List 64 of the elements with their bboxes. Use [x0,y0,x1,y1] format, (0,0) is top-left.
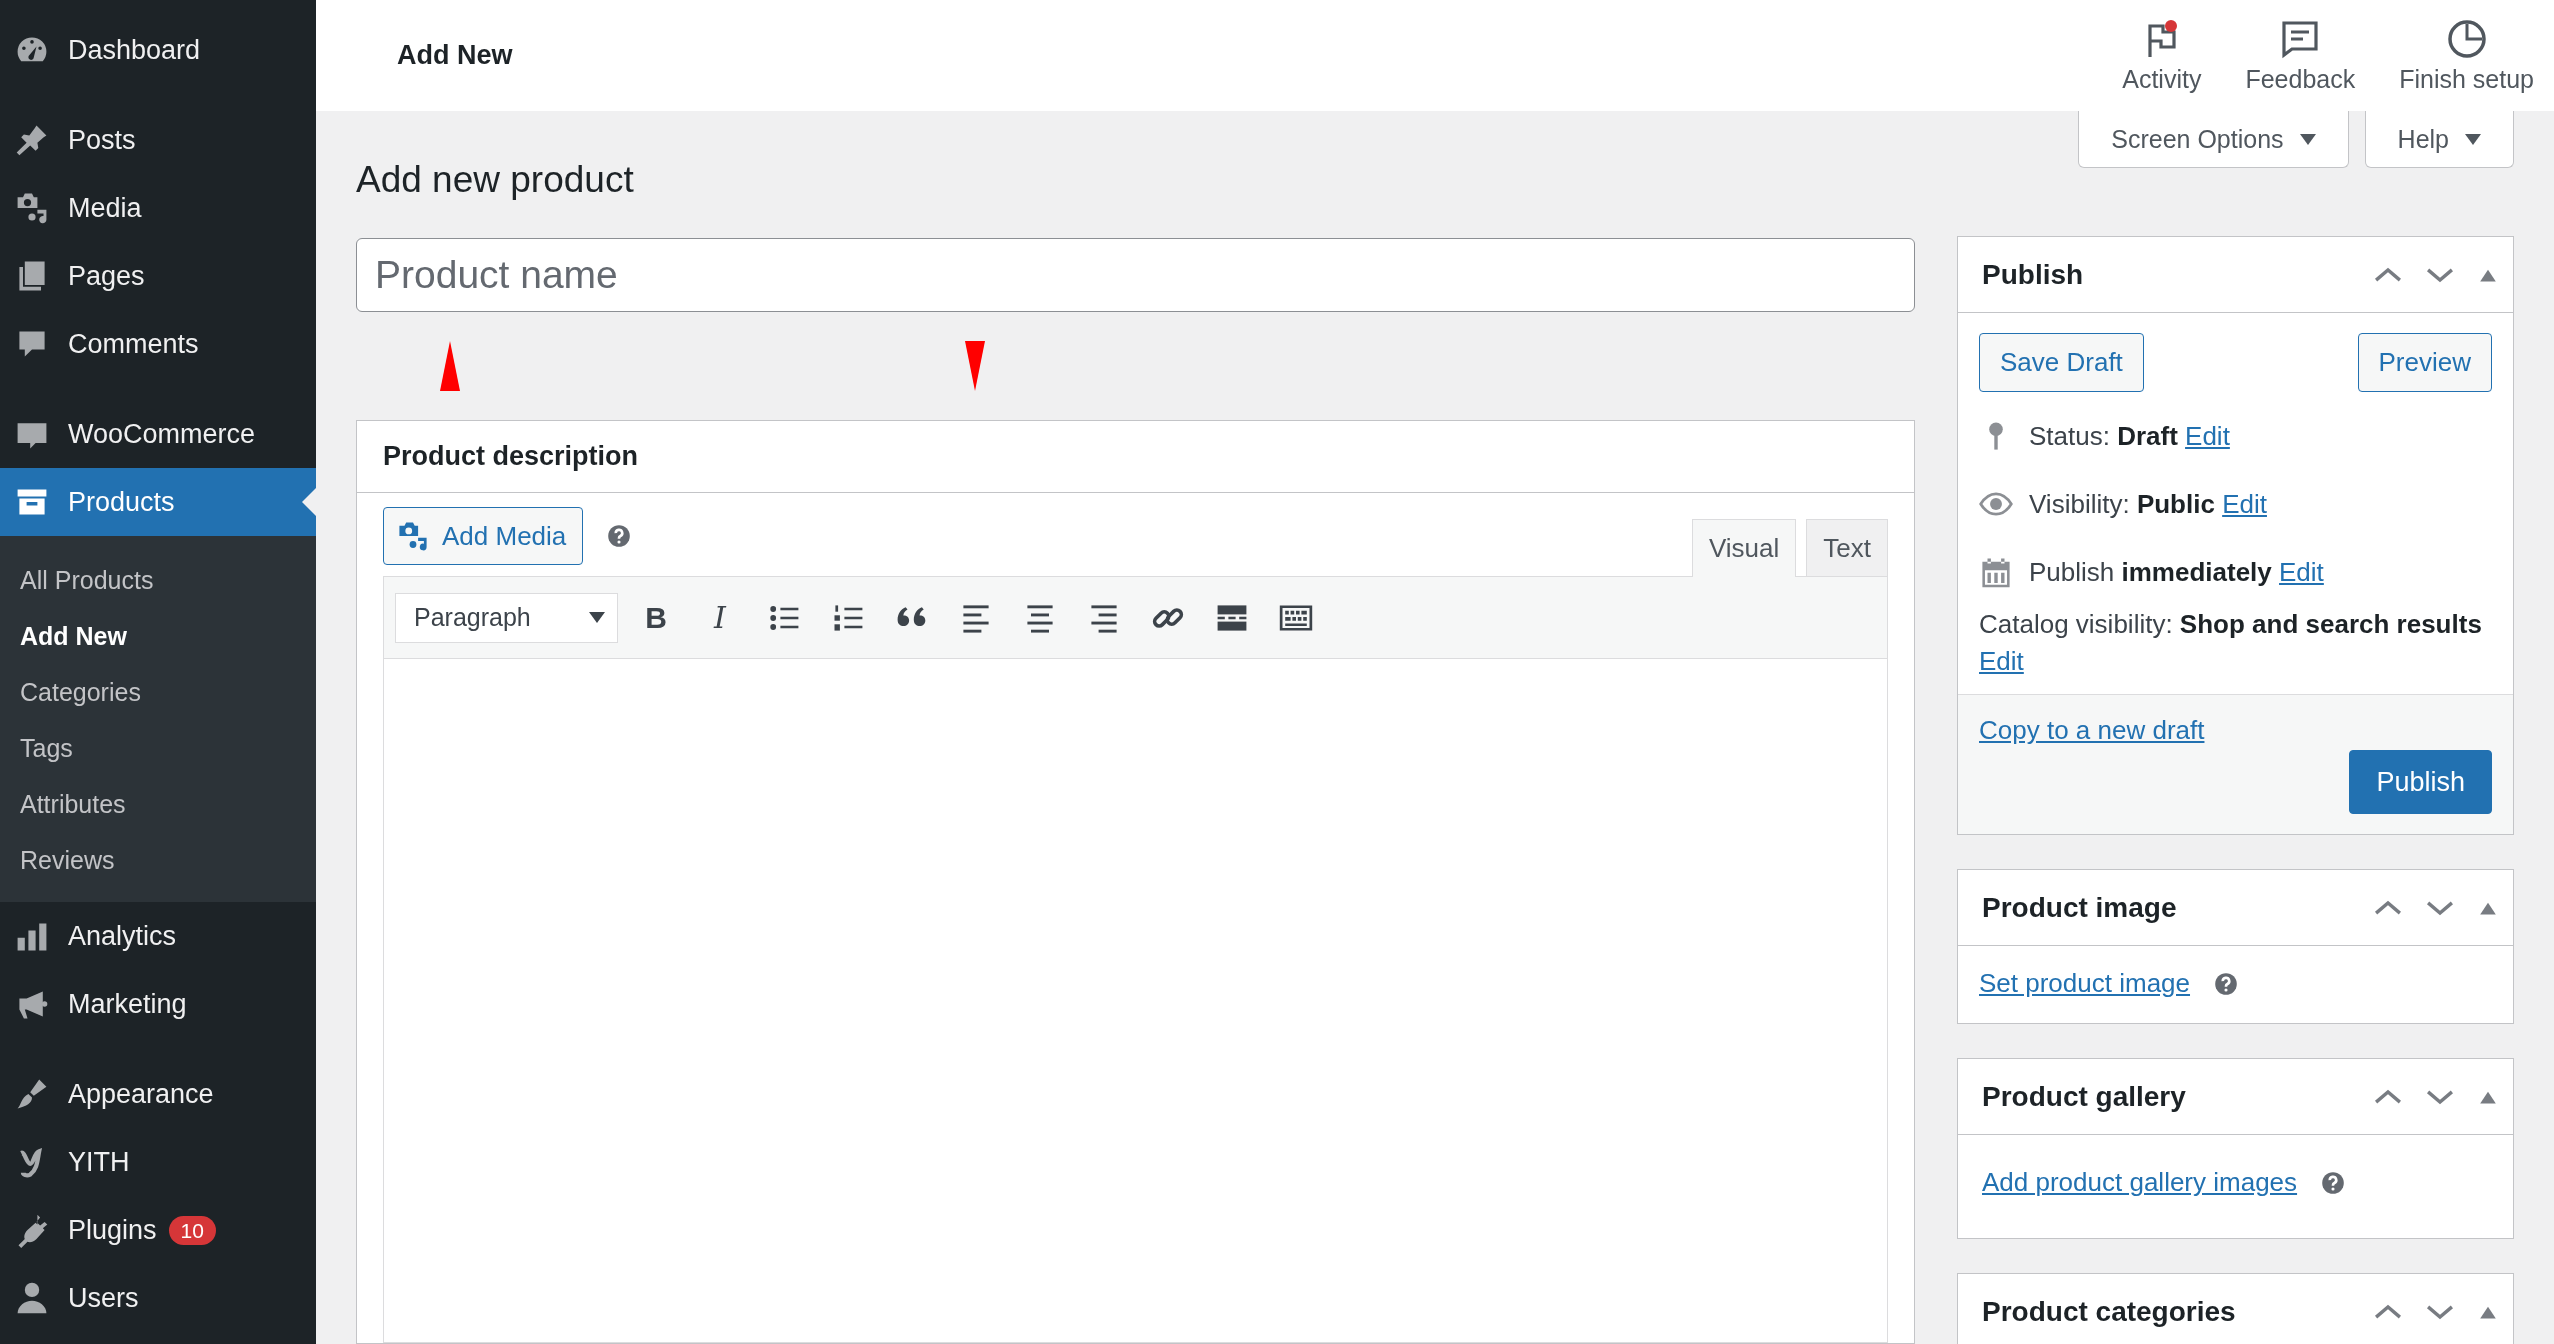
status-text: Publish immediately Edit [2029,555,2324,589]
sidebar-item[interactable]: Plugins 10 [0,1196,316,1264]
calendar-icon [1979,555,2013,589]
caret-icon [2299,133,2316,145]
set-image-link[interactable]: Add product gallery images [1982,1167,2298,1198]
status-text: Catalog visibility: Shop and search results Edit [1979,608,2483,678]
page-title: Add New [397,40,513,71]
panel-title: Product image [1982,891,2177,924]
sidebar-item[interactable]: Analytics [0,902,316,970]
tab-button[interactable]: Screen Options [2078,111,2349,168]
set-image-link[interactable]: Set product image [1979,968,2190,999]
status-text: Visibility: Public Edit [2029,487,2267,521]
secondary-button[interactable]: Save Draft [1979,333,2144,392]
sidebar-item[interactable]: Comments [0,310,316,378]
edit-link[interactable]: Edit [2279,556,2324,587]
input-field[interactable]: Product name [356,238,1915,312]
caret-icon [589,612,605,623]
triangle-marker-icon [965,341,985,391]
editor-tab[interactable]: Visual [1691,519,1797,577]
format-dropdown[interactable]: Paragraph [395,592,618,643]
sidebar-item[interactable]: Users [0,1264,316,1332]
sidebar-item[interactable]: Products [0,468,316,536]
submenu-item[interactable]: Categories [0,664,316,720]
italic-button[interactable]: I [696,593,744,642]
status-text: Status: Draft Edit [2029,419,2230,453]
submenu-item[interactable]: Attributes [0,776,316,832]
count-badge: 10 [168,1215,216,1245]
camera-icon [396,519,430,553]
secondary-button[interactable]: Preview [2357,333,2492,392]
triangle-marker-icon [440,341,460,391]
sidebar-item[interactable]: Dashboard [0,16,316,84]
edit-link[interactable]: Edit [2222,488,2267,519]
help-icon[interactable] [607,524,632,548]
page-heading: Add new product [356,158,635,202]
sidebar-item[interactable]: Media [0,174,316,242]
submenu-item[interactable]: All Products [0,552,316,608]
add-media-button[interactable]: Add Media [383,507,584,565]
panel-title: Product categories [1982,1295,2236,1328]
tab-button[interactable]: Help [2364,111,2514,168]
panel-title: Publish [1982,258,2084,291]
toolbar-button[interactable]: Activity [2122,17,2202,94]
toolbar-button[interactable]: Finish setup [2399,17,2534,94]
submenu-item[interactable]: Tags [0,720,316,776]
copy-draft-link[interactable]: Copy to a new draft [1979,715,2205,746]
sidebar-item[interactable]: Pages [0,242,316,310]
sidebar-item[interactable]: Posts [0,106,316,174]
help-icon[interactable] [2214,971,2238,996]
publish-button[interactable]: Publish [2349,750,2492,814]
submenu-item[interactable]: Reviews [0,832,316,888]
toolbar-button[interactable]: Feedback [2245,17,2356,94]
edit-link[interactable]: Edit [2185,420,2230,451]
bold-button[interactable]: B [632,593,680,642]
panel-title: Product gallery [1982,1080,2186,1113]
sidebar-item[interactable]: Appearance [0,1060,316,1128]
pointer-notch-icon [302,488,316,516]
panel-title: Product description [383,441,639,472]
caret-icon [2465,133,2481,145]
help-icon[interactable] [2321,1170,2346,1195]
sidebar-item[interactable]: YITH [0,1128,316,1196]
sidebar-item[interactable]: WooCommerce [0,400,316,468]
submenu-item[interactable]: Add New [0,608,316,664]
edit-link[interactable]: Edit [1979,646,2024,676]
editor-tab[interactable]: Text [1806,519,1888,576]
sidebar-item[interactable]: Marketing [0,970,316,1038]
